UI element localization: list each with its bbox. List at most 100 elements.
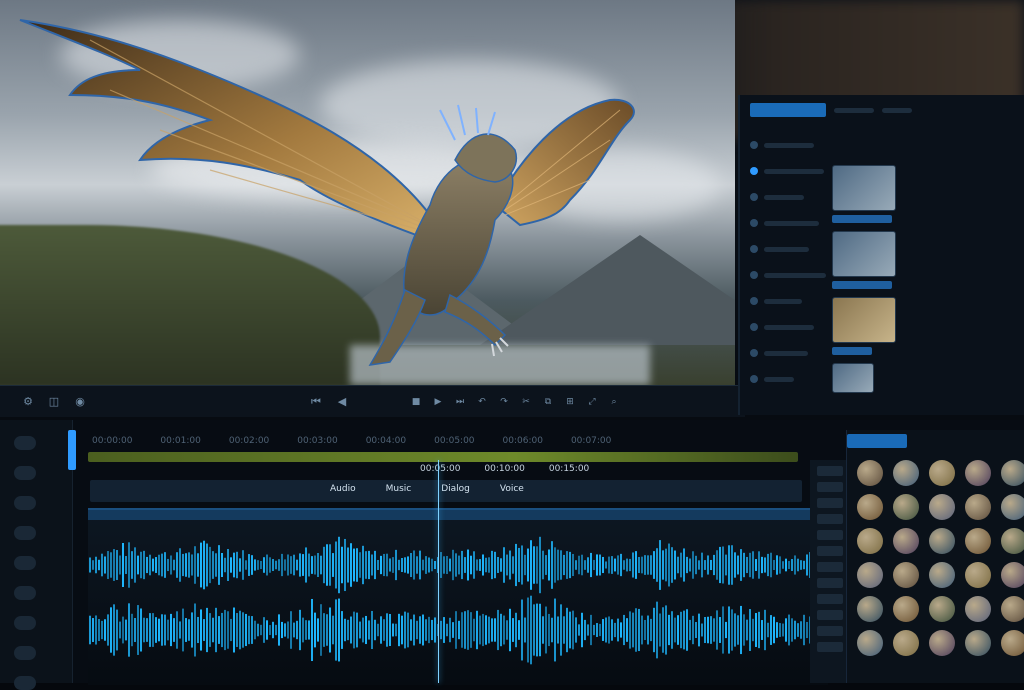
media-thumbnail[interactable] bbox=[857, 528, 883, 554]
media-thumbnail[interactable] bbox=[965, 630, 991, 656]
media-thumbnail[interactable] bbox=[893, 460, 919, 486]
list-item[interactable] bbox=[750, 291, 840, 311]
time-ruler: 00:00:00 00:01:00 00:02:00 00:03:00 00:0… bbox=[92, 432, 792, 450]
media-thumbnail[interactable] bbox=[929, 528, 955, 554]
thumbnail[interactable] bbox=[832, 363, 874, 393]
media-thumbnail[interactable] bbox=[857, 494, 883, 520]
marker-label: 00:05:00 bbox=[420, 464, 461, 474]
media-thumbnail[interactable] bbox=[893, 562, 919, 588]
track-toggle[interactable] bbox=[14, 466, 36, 480]
list-item[interactable] bbox=[750, 317, 840, 337]
media-thumbnail[interactable] bbox=[1001, 460, 1024, 486]
skip-back-button[interactable]: ⏮ bbox=[308, 395, 324, 409]
media-thumbnail[interactable] bbox=[893, 528, 919, 554]
media-thumbnail[interactable] bbox=[929, 562, 955, 588]
track-toggle[interactable] bbox=[14, 586, 36, 600]
stop-button[interactable]: ■ bbox=[410, 395, 422, 409]
ruler-tick: 00:00:00 bbox=[92, 436, 133, 446]
media-thumbnail[interactable] bbox=[857, 596, 883, 622]
media-thumbnail[interactable] bbox=[1001, 494, 1024, 520]
track-toggle[interactable] bbox=[14, 496, 36, 510]
media-thumbnail[interactable] bbox=[965, 494, 991, 520]
list-item[interactable] bbox=[750, 343, 840, 363]
track-toggle[interactable] bbox=[14, 526, 36, 540]
dragon-illustration bbox=[19, 19, 635, 366]
list-item[interactable] bbox=[750, 187, 840, 207]
track-toggle[interactable] bbox=[14, 556, 36, 570]
media-thumbnail[interactable] bbox=[965, 528, 991, 554]
clip-label[interactable]: Dialog bbox=[441, 484, 470, 498]
play-button[interactable]: ▶ bbox=[432, 395, 444, 409]
media-thumbnail[interactable] bbox=[893, 630, 919, 656]
media-thumbnail[interactable] bbox=[857, 460, 883, 486]
media-thumbnail[interactable] bbox=[929, 596, 955, 622]
step-back-button[interactable]: ◀ bbox=[334, 395, 350, 409]
thumbnail[interactable] bbox=[832, 231, 896, 277]
clip-label[interactable]: Audio bbox=[330, 484, 356, 498]
clip-label[interactable]: Voice bbox=[500, 484, 524, 498]
redo-button[interactable]: ↷ bbox=[498, 395, 510, 409]
monitor: ⚙ ◫ ◉ ⏮ ◀ ■ ▶ ⏭ ↶ ↷ ✂ ⧉ ⊞ ⤢ ⌕ 00:00:00 0… bbox=[0, 0, 1024, 690]
ruler-tick: 00:04:00 bbox=[365, 436, 407, 446]
zoom-button[interactable]: ⌕ bbox=[608, 395, 620, 409]
ruler-tick: 00:01:00 bbox=[160, 436, 201, 446]
fullscreen-button[interactable]: ⤢ bbox=[586, 395, 598, 409]
skip-forward-button[interactable]: ⏭ bbox=[454, 395, 466, 409]
media-thumbnail[interactable] bbox=[929, 630, 955, 656]
thumbnail-column bbox=[832, 165, 1022, 401]
undo-button[interactable]: ↶ bbox=[476, 395, 488, 409]
list-item[interactable] bbox=[750, 265, 840, 285]
media-thumbnail[interactable] bbox=[929, 494, 955, 520]
cut-button[interactable]: ✂ bbox=[520, 395, 532, 409]
selection-marker bbox=[68, 430, 76, 470]
marker-label: 00:10:00 bbox=[484, 464, 525, 474]
track-toggle[interactable] bbox=[14, 646, 36, 660]
track-toggle[interactable] bbox=[14, 676, 36, 690]
meter-column bbox=[810, 460, 850, 683]
list-item[interactable] bbox=[750, 135, 840, 155]
media-thumbnail[interactable] bbox=[1001, 630, 1024, 656]
waveform bbox=[89, 536, 826, 665]
list-item[interactable] bbox=[750, 369, 840, 389]
volume-icon[interactable]: ◉ bbox=[72, 395, 88, 409]
audio-waveform-track[interactable] bbox=[88, 508, 828, 685]
list-item[interactable] bbox=[750, 239, 840, 259]
list-item[interactable] bbox=[750, 213, 840, 233]
media-thumbnail[interactable] bbox=[857, 562, 883, 588]
media-thumbnail[interactable] bbox=[1001, 596, 1024, 622]
grid-button[interactable]: ⊞ bbox=[564, 395, 576, 409]
marker-label: 00:15:00 bbox=[548, 464, 590, 474]
playhead[interactable] bbox=[438, 460, 439, 683]
marker-labels: 00:05:00 00:10:00 00:15:00 bbox=[420, 464, 589, 478]
transport-bar: ⚙ ◫ ◉ ⏮ ◀ ■ ▶ ⏭ ↶ ↷ ✂ ⧉ ⊞ ⤢ ⌕ bbox=[0, 385, 745, 417]
effects-list bbox=[750, 135, 840, 395]
media-thumbnail[interactable] bbox=[893, 596, 919, 622]
track-toggle[interactable] bbox=[14, 616, 36, 630]
media-thumbnail[interactable] bbox=[1001, 562, 1024, 588]
media-thumbnail[interactable] bbox=[965, 596, 991, 622]
effects-panel bbox=[738, 95, 1024, 415]
media-thumbnail[interactable] bbox=[893, 494, 919, 520]
media-thumbnail[interactable] bbox=[965, 460, 991, 486]
duplicate-button[interactable]: ⧉ bbox=[542, 395, 554, 409]
clip-label[interactable]: Music bbox=[386, 484, 412, 498]
ruler-tick: 00:07:00 bbox=[570, 436, 612, 446]
media-thumbnail[interactable] bbox=[929, 460, 955, 486]
layers-icon[interactable]: ◫ bbox=[46, 395, 62, 409]
video-track-clip[interactable] bbox=[88, 452, 798, 462]
media-thumbnail[interactable] bbox=[1001, 528, 1024, 554]
thumbnail[interactable] bbox=[832, 165, 896, 211]
media-bin-tab[interactable] bbox=[847, 434, 907, 448]
clip-labels: Audio Music Dialog Voice bbox=[330, 484, 524, 498]
video-preview[interactable] bbox=[0, 0, 735, 388]
media-thumbnail[interactable] bbox=[857, 630, 883, 656]
settings-icon[interactable]: ⚙ bbox=[20, 395, 36, 409]
media-thumbnail[interactable] bbox=[965, 562, 991, 588]
ruler-tick: 00:02:00 bbox=[228, 436, 270, 446]
list-item[interactable] bbox=[750, 161, 840, 181]
ruler-tick: 00:05:00 bbox=[434, 436, 475, 446]
panel-tab[interactable] bbox=[750, 103, 826, 117]
ruler-tick: 00:06:00 bbox=[502, 436, 543, 446]
thumbnail[interactable] bbox=[832, 297, 896, 343]
track-toggle[interactable] bbox=[14, 436, 36, 450]
